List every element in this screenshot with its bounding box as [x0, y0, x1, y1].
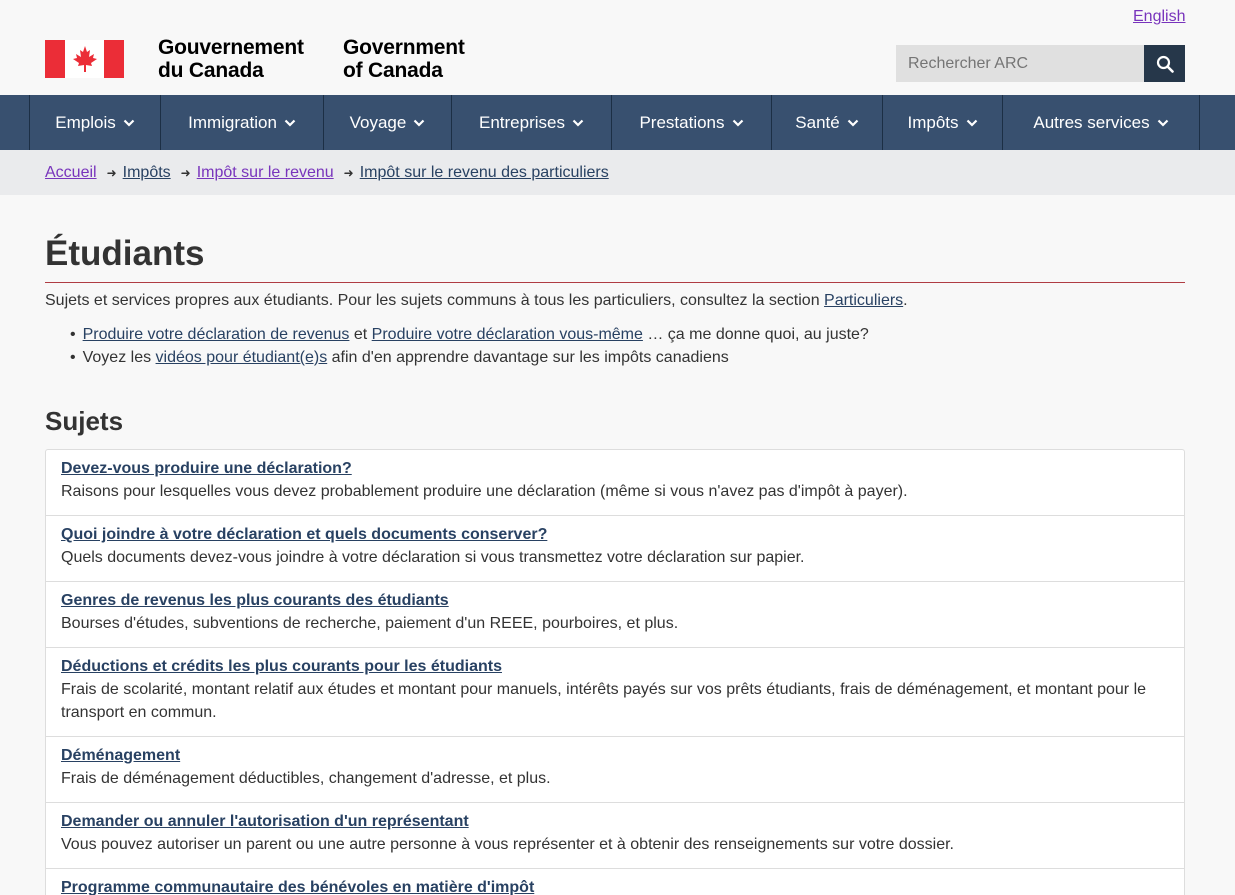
canada-flag-icon [45, 40, 124, 78]
breadcrumb-impot-revenu[interactable]: Impôt sur le revenu [197, 164, 334, 182]
chevron-down-icon [847, 119, 858, 127]
topic-description: Frais de déménagement déductibles, chang… [61, 770, 551, 787]
arrow-right-icon: ➜ [106, 165, 117, 180]
bullet-text: afin d'en apprendre davantage sur les im… [327, 349, 729, 366]
search-icon [1156, 55, 1174, 73]
menu-item-prestations[interactable]: Prestations [612, 95, 772, 150]
menu-item-emplois[interactable]: Emplois [30, 95, 161, 150]
topic-description: Raisons pour lesquelles vous devez proba… [61, 483, 908, 500]
chevron-down-icon [1157, 119, 1168, 127]
arrow-right-icon: ➜ [180, 165, 191, 180]
menu-item-sante[interactable]: Santé [772, 95, 883, 150]
topic-item: Déductions et crédits les plus courants … [46, 648, 1184, 737]
topic-item: Quoi joindre à votre déclaration et quel… [46, 516, 1184, 582]
topics-list: Devez-vous produire une déclaration? Rai… [45, 449, 1185, 895]
search-button[interactable] [1144, 45, 1185, 82]
topic-item: Programme communautaire des bénévoles en… [46, 869, 1184, 895]
menu-item-label: Voyage [349, 112, 407, 132]
topic-link[interactable]: Genres de revenus les plus courants des … [61, 592, 449, 610]
chevron-down-icon [966, 119, 977, 127]
main-menu: Emplois Immigration Voyage Entreprises P… [0, 95, 1235, 150]
intro-paragraph: Sujets et services propres aux étudiants… [45, 292, 908, 310]
signature-en-line1: Government [343, 36, 465, 59]
topic-item: Demander ou annuler l'autorisation d'un … [46, 803, 1184, 869]
breadcrumb-impot-particuliers[interactable]: Impôt sur le revenu des particuliers [360, 164, 609, 182]
topic-link[interactable]: Quoi joindre à votre déclaration et quel… [61, 526, 547, 544]
topics-heading: Sujets [45, 406, 124, 436]
videos-etudiants-link[interactable]: vidéos pour étudiant(e)s [156, 349, 328, 366]
topic-item: Genres de revenus les plus courants des … [46, 582, 1184, 648]
menu-item-immigration[interactable]: Immigration [161, 95, 324, 150]
menu-item-label: Prestations [639, 112, 725, 132]
topic-description: Bourses d'études, subventions de recherc… [61, 615, 679, 632]
topic-link[interactable]: Programme communautaire des bénévoles en… [61, 879, 534, 895]
menu-item-label: Entreprises [479, 112, 565, 132]
menu-item-label: Impôts [907, 112, 959, 132]
list-item: Voyez les vidéos pour étudiant(e)s afin … [70, 349, 869, 372]
menu-item-label: Santé [795, 112, 840, 132]
breadcrumb-impots[interactable]: Impôts [123, 164, 171, 182]
chevron-down-icon [414, 119, 425, 127]
produire-declaration-link[interactable]: Produire votre déclaration de revenus [83, 326, 350, 343]
topic-item: Déménagement Frais de déménagement déduc… [46, 737, 1184, 803]
intro-end: . [903, 292, 908, 309]
menu-item-label: Emplois [55, 112, 116, 132]
topic-description: Quels documents devez-vous joindre à vot… [61, 549, 805, 566]
chevron-down-icon [572, 119, 584, 127]
signature-fr-line2: du Canada [158, 59, 264, 82]
bullet-text: Voyez les [82, 349, 156, 366]
government-signature-en[interactable]: Government of Canada [343, 36, 465, 82]
topic-description: Vous pouvez autoriser un parent ou une a… [61, 836, 954, 853]
intro-text: Sujets et services propres aux étudiants… [45, 292, 825, 309]
bullet-text: … ça me donne quoi, au juste? [642, 326, 869, 343]
topic-link[interactable]: Déménagement [61, 747, 180, 765]
produire-vous-meme-link[interactable]: Produire votre déclaration vous-même [372, 326, 643, 343]
search-input[interactable] [896, 45, 1144, 82]
menu-item-label: Immigration [188, 112, 277, 132]
menu-item-label: Autres services [1033, 112, 1150, 132]
chevron-down-icon [732, 119, 743, 127]
particuliers-link[interactable]: Particuliers [824, 292, 903, 309]
intro-bullet-list: Produire votre déclaration de revenus et… [70, 326, 869, 372]
menu-item-entreprises[interactable]: Entreprises [452, 95, 612, 150]
menu-item-autres-services[interactable]: Autres services [1003, 95, 1200, 150]
menu-item-impots[interactable]: Impôts [883, 95, 1003, 150]
bullet-text: et [349, 326, 372, 343]
topic-item: Devez-vous produire une déclaration? Rai… [46, 450, 1184, 516]
government-signature-fr[interactable]: Gouvernement du Canada [158, 36, 304, 82]
chevron-down-icon [123, 119, 135, 127]
arrow-right-icon: ➜ [343, 165, 354, 180]
topic-link[interactable]: Déductions et crédits les plus courants … [61, 658, 502, 676]
topic-link[interactable]: Demander ou annuler l'autorisation d'un … [61, 813, 469, 831]
signature-fr-line1: Gouvernement [158, 36, 304, 59]
breadcrumb-accueil[interactable]: Accueil [45, 164, 97, 182]
list-item: Produire votre déclaration de revenus et… [70, 326, 869, 349]
signature-en-line2: of Canada [343, 59, 443, 82]
chevron-down-icon [284, 119, 296, 127]
breadcrumb: Accueil ➜ Impôts ➜ Impôt sur le revenu ➜… [0, 150, 1235, 195]
topic-link[interactable]: Devez-vous produire une déclaration? [61, 460, 352, 478]
topic-description: Frais de scolarité, montant relatif aux … [61, 681, 1147, 721]
language-toggle-link[interactable]: English [1133, 8, 1185, 26]
page-title: Étudiants [45, 234, 1185, 283]
menu-item-voyage[interactable]: Voyage [324, 95, 452, 150]
